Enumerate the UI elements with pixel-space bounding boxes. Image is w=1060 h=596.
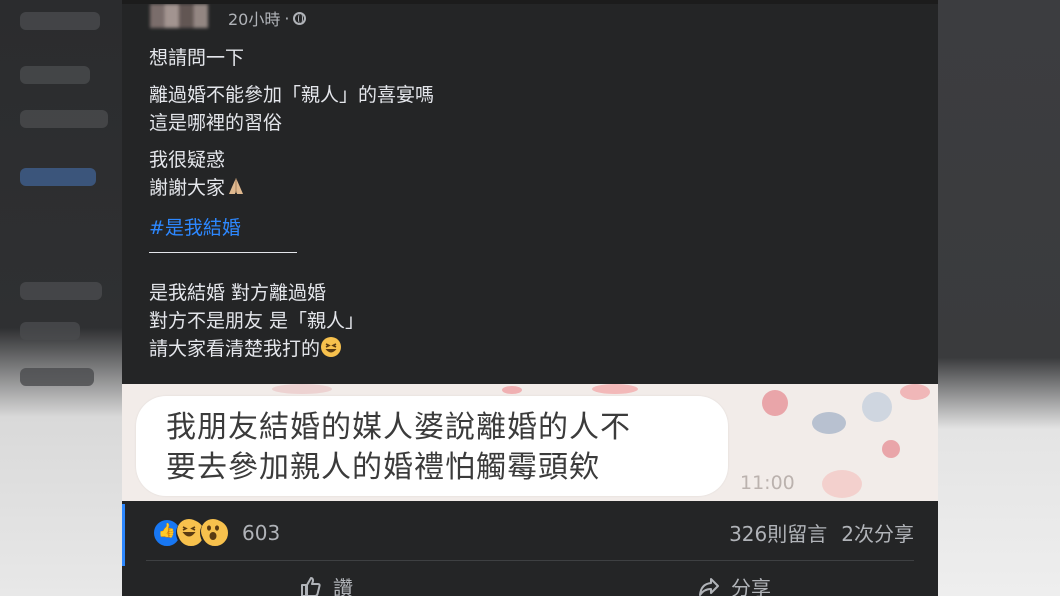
hashtag-link[interactable]: #是我結婚 [149, 214, 434, 242]
wow-icon [200, 518, 230, 548]
post-card: 20小時 · 想請問一下 離過婚不能參加「親人」的喜宴嗎 這是哪裡的習俗 我很疑… [122, 4, 938, 596]
post-line-with-emoji: 謝謝大家 [149, 174, 434, 205]
post-body: 想請問一下 離過婚不能參加「親人」的喜宴嗎 這是哪裡的習俗 我很疑惑 謝謝大家 … [149, 44, 434, 366]
chat-bubble: 我朋友結婚的媒人婆說離婚的人不 要去參加親人的婚禮怕觸霉頭欸 [136, 396, 728, 496]
action-divider [146, 560, 914, 561]
post-line: 請大家看清楚我打的 [149, 338, 321, 360]
comments-count-link[interactable]: 326則留言 [729, 518, 827, 547]
share-button[interactable]: 分享 [530, 572, 938, 596]
like-button-label: 讚 [333, 576, 353, 596]
post-line: 離過婚不能參加「親人」的喜宴嗎 [149, 84, 435, 106]
post-timestamp[interactable]: 20小時 [228, 6, 280, 30]
meta-separator: · [284, 8, 290, 28]
avatar[interactable] [150, 4, 208, 28]
post-line: 我很疑惑 [149, 149, 226, 171]
globe-icon [293, 11, 307, 25]
thumbs-up-icon [299, 575, 323, 596]
share-button-label: 分享 [731, 576, 771, 596]
reaction-summary[interactable]: 603 [152, 518, 280, 548]
post-line: 這是哪裡的習俗 [149, 112, 283, 134]
post-line: 對方不是朋友 是「親人」 [149, 310, 365, 332]
share-arrow-icon [697, 575, 721, 596]
engagement-stats: 326則留言 2次分享 [729, 518, 914, 547]
folded-hands-icon [225, 175, 247, 205]
post-meta: 20小時 · [228, 6, 307, 30]
post-line: 是我結婚 對方離過婚 [149, 282, 327, 304]
chat-message: 我朋友結婚的媒人婆說離婚的人不 要去參加親人的婚禮怕觸霉頭欸 [166, 408, 631, 488]
divider [149, 252, 297, 253]
like-button[interactable]: 讚 [122, 572, 530, 596]
chat-time: 11:00 [740, 472, 795, 494]
blurred-background-right [938, 0, 1060, 596]
post-line-with-emoji: 請大家看清楚我打的 [149, 335, 434, 366]
post-line: 想請問一下 [149, 47, 245, 69]
focus-accent [122, 504, 125, 566]
chat-message-line: 要去參加親人的婚禮怕觸霉頭欸 [166, 450, 600, 485]
laughing-emoji-icon [320, 336, 342, 366]
reaction-count: 603 [242, 521, 281, 545]
chat-message-line: 我朋友結婚的媒人婆說離婚的人不 [166, 410, 631, 445]
shares-count-link[interactable]: 2次分享 [841, 518, 914, 547]
action-bar: 讚 分享 [122, 572, 938, 596]
blurred-background-left [0, 0, 122, 596]
post-line: 謝謝大家 [149, 177, 226, 199]
chat-screenshot-image[interactable]: 我朋友結婚的媒人婆說離婚的人不 要去參加親人的婚禮怕觸霉頭欸 11:00 [122, 384, 938, 501]
